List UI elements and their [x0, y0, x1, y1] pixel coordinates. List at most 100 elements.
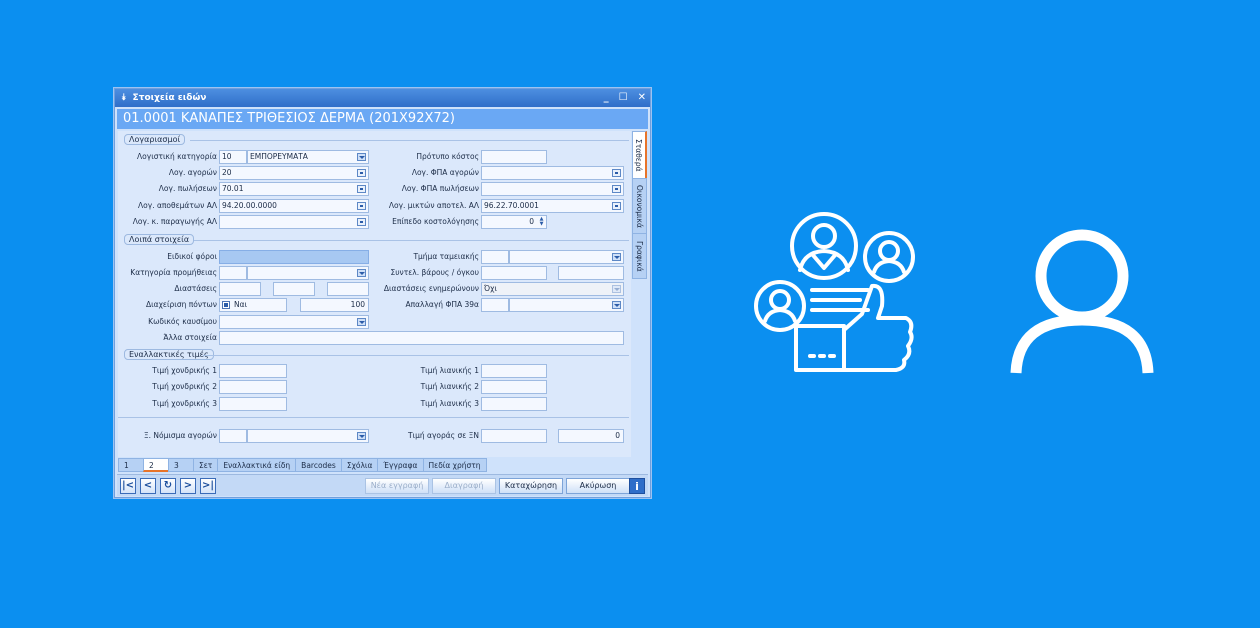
- logistiki-code-field[interactable]: 10: [219, 150, 247, 164]
- promitheias-code-field[interactable]: [219, 266, 247, 280]
- tab-barcodes[interactable]: Barcodes: [295, 458, 342, 472]
- pontoi-value-field[interactable]: 100: [300, 298, 369, 312]
- apallagi-code-field[interactable]: [481, 298, 509, 312]
- lian3-field[interactable]: [481, 397, 547, 411]
- window-menu-icon[interactable]: ⯯: [121, 93, 126, 103]
- delete-button[interactable]: Διαγραφή: [432, 478, 496, 494]
- alla-label: Άλλα στοιχεία: [163, 333, 217, 342]
- chevron-down-icon[interactable]: [357, 153, 366, 161]
- mikton-field[interactable]: 96.22.70.0001: [481, 199, 624, 213]
- timi-xn-value-field[interactable]: 0: [558, 429, 624, 443]
- tmima-select[interactable]: [509, 250, 624, 264]
- checkbox-icon[interactable]: [222, 301, 230, 309]
- tab-set[interactable]: Σετ: [193, 458, 219, 472]
- apothematon-label: Λογ. αποθεμάτων ΑΛ: [138, 201, 217, 210]
- lookup-icon[interactable]: [612, 185, 621, 193]
- lookup-icon[interactable]: [357, 169, 366, 177]
- paragogis-field[interactable]: [219, 215, 369, 229]
- lookup-icon[interactable]: [357, 218, 366, 226]
- chevron-down-icon[interactable]: [612, 301, 621, 309]
- lian1-field[interactable]: [481, 364, 547, 378]
- diastasi-1-field[interactable]: [219, 282, 261, 296]
- chevron-down-icon[interactable]: [357, 318, 366, 326]
- maximize-icon[interactable]: ☐: [619, 89, 628, 107]
- lookup-icon[interactable]: [357, 185, 366, 193]
- cancel-button[interactable]: Ακύρωση: [566, 478, 630, 494]
- kausimou-select[interactable]: [219, 315, 369, 329]
- chevron-down-icon[interactable]: [612, 285, 621, 293]
- pontoi-checkbox[interactable]: Ναι: [219, 298, 287, 312]
- apallagi-select[interactable]: [509, 298, 624, 312]
- pontoi-label: Διαχείριση πόντων: [145, 300, 217, 309]
- tab-enallaktika[interactable]: Εναλλακτικά είδη: [217, 458, 297, 472]
- lian1-label: Τιμή λιανικής 1: [420, 366, 479, 375]
- logistiki-name-value: ΕΜΠΟΡΕΥΜΑΤΑ: [250, 152, 308, 161]
- tab-pedia-xristi[interactable]: Πεδία χρήστη: [422, 458, 487, 472]
- fpa-agoron-field[interactable]: [481, 166, 624, 180]
- enimer-label: Διαστάσεις ενημερώνουν: [383, 284, 479, 293]
- epipedo-field[interactable]: 0 ▲ ▼: [481, 215, 547, 229]
- tab-oikonomika[interactable]: Οικονομικά: [632, 178, 647, 234]
- agoron-field[interactable]: 20: [219, 166, 369, 180]
- lookup-icon[interactable]: [357, 202, 366, 210]
- xondr3-field[interactable]: [219, 397, 287, 411]
- chevron-down-icon[interactable]: [357, 269, 366, 277]
- apothematon-field[interactable]: 94.20.00.0000: [219, 199, 369, 213]
- tab-1[interactable]: 1: [118, 458, 144, 472]
- lian2-field[interactable]: [481, 380, 547, 394]
- page-tabs: 1 2 3 Σετ Εναλλακτικά είδη Barcodes Σχόλ…: [118, 458, 631, 472]
- close-icon[interactable]: ✕: [638, 89, 646, 107]
- lookup-icon[interactable]: [612, 169, 621, 177]
- diastasi-3-field[interactable]: [327, 282, 369, 296]
- first-record-button[interactable]: |<: [120, 478, 136, 494]
- syntel-1-field[interactable]: [481, 266, 547, 280]
- tab-grafika[interactable]: Γραφικά: [632, 233, 647, 279]
- fpa-poliseon-field[interactable]: [481, 182, 624, 196]
- promitheias-select[interactable]: [247, 266, 369, 280]
- syntel-2-field[interactable]: [558, 266, 624, 280]
- poliseon-field[interactable]: 70.01: [219, 182, 369, 196]
- chevron-down-icon[interactable]: [612, 253, 621, 261]
- nomisma-label: Ξ. Νόμισμα αγορών: [143, 431, 217, 440]
- nomisma-select[interactable]: [247, 429, 369, 443]
- info-icon[interactable]: i: [629, 478, 645, 494]
- button-bar: |< < ↻ > >| Νέα εγγραφή Διαγραφή Καταχώρ…: [117, 474, 648, 496]
- group-accounts: Λογαριασμοί: [124, 134, 186, 145]
- tab-stathera[interactable]: Σταθερά: [632, 131, 647, 179]
- epipedo-value: 0: [529, 217, 534, 226]
- fpa-agoron-label: Λογ. ΦΠΑ αγορών: [411, 168, 479, 177]
- tmima-code-field[interactable]: [481, 250, 509, 264]
- xondr1-field[interactable]: [219, 364, 287, 378]
- logistiki-name-select[interactable]: ΕΜΠΟΡΕΥΜΑΤΑ: [247, 150, 369, 164]
- chevron-down-icon[interactable]: [357, 432, 366, 440]
- lookup-icon[interactable]: [612, 202, 621, 210]
- spinner-icon[interactable]: ▲ ▼: [538, 217, 545, 227]
- last-record-button[interactable]: >|: [200, 478, 216, 494]
- timi-xn-field[interactable]: [481, 429, 547, 443]
- minimize-icon[interactable]: _: [604, 89, 609, 107]
- tab-3[interactable]: 3: [168, 458, 194, 472]
- eidikoi-button[interactable]: [219, 250, 369, 264]
- xondr2-field[interactable]: [219, 380, 287, 394]
- divider: [190, 140, 629, 141]
- window-titlebar[interactable]: ⯯ Στοιχεία ειδών _ ☐ ✕: [115, 89, 650, 107]
- customer-satisfaction-icon: [754, 212, 915, 372]
- tab-eggrafa[interactable]: Έγγραφα: [377, 458, 424, 472]
- form-panel: Λογαριασμοί Λογιστική κατηγορία 10 ΕΜΠΟΡ…: [118, 131, 631, 457]
- new-record-button[interactable]: Νέα εγγραφή: [365, 478, 429, 494]
- alla-field[interactable]: [219, 331, 624, 345]
- next-record-button[interactable]: >: [180, 478, 196, 494]
- poliseon-value: 70.01: [222, 184, 244, 193]
- enimer-select[interactable]: Όχι: [481, 282, 624, 296]
- tab-sxolia[interactable]: Σχόλια: [340, 458, 379, 472]
- protypo-label: Πρότυπο κόστος: [416, 152, 479, 161]
- agoron-label: Λογ. αγορών: [168, 168, 217, 177]
- previous-record-button[interactable]: <: [140, 478, 156, 494]
- diastasi-2-field[interactable]: [273, 282, 315, 296]
- save-button[interactable]: Καταχώρηση: [499, 478, 563, 494]
- refresh-button[interactable]: ↻: [160, 478, 176, 494]
- tab-2[interactable]: 2: [143, 458, 169, 472]
- xondr1-label: Τιμή χονδρικής 1: [152, 366, 217, 375]
- protypo-field[interactable]: [481, 150, 547, 164]
- nomisma-code-field[interactable]: [219, 429, 247, 443]
